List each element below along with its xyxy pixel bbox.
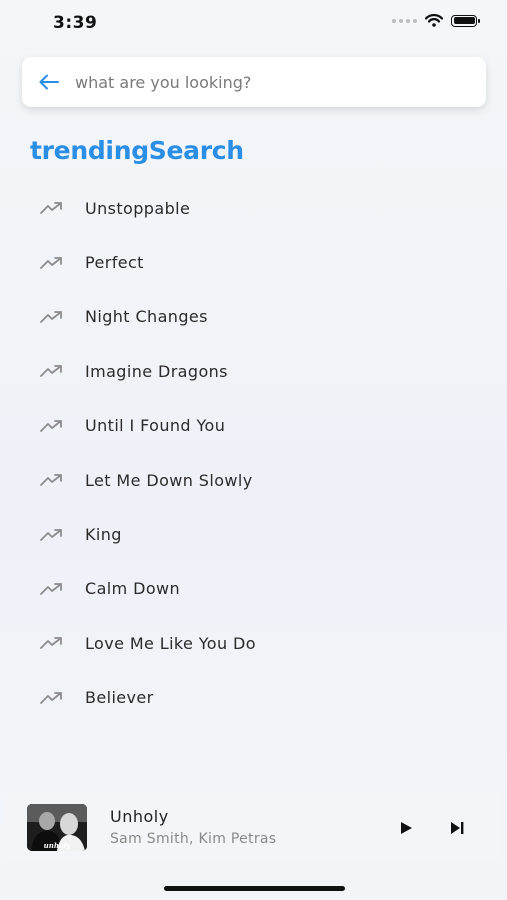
trending-item-label: Unstoppable (85, 198, 191, 218)
trending-item-label: Let Me Down Slowly (85, 470, 253, 490)
trending-list: Unstoppable Perfect Night Changes Imagin… (0, 181, 507, 725)
trending-item[interactable]: Calm Down (0, 562, 507, 616)
trending-up-icon (40, 691, 62, 704)
trending-up-icon (40, 202, 62, 215)
status-time: 3:39 (53, 13, 98, 33)
home-indicator (164, 886, 345, 891)
play-icon[interactable] (397, 819, 415, 837)
trending-up-icon (40, 419, 62, 432)
trending-up-icon (40, 528, 62, 541)
trending-item-label: Until I Found You (85, 416, 226, 436)
album-art-image: unholy (27, 804, 87, 851)
trending-up-icon (40, 256, 62, 269)
trending-item[interactable]: Perfect (0, 235, 507, 289)
wifi-icon (425, 14, 443, 27)
mini-player[interactable]: unholy Unholy Sam Smith, Kim Petras (5, 793, 502, 861)
trending-item[interactable]: Imagine Dragons (0, 344, 507, 398)
trending-item[interactable]: Let Me Down Slowly (0, 453, 507, 507)
trending-item-label: Believer (85, 688, 154, 708)
trending-item-label: Imagine Dragons (85, 361, 228, 381)
trending-item[interactable]: Love Me Like You Do (0, 616, 507, 670)
trending-item[interactable]: King (0, 507, 507, 561)
trending-item[interactable]: Night Changes (0, 290, 507, 344)
trending-up-icon (40, 583, 62, 595)
battery-icon (451, 14, 480, 27)
trending-item-label: Calm Down (85, 579, 181, 599)
track-title: Unholy (110, 807, 169, 826)
album-art[interactable]: unholy (27, 804, 87, 851)
trending-item-label: King (85, 525, 122, 545)
signal-dots-icon (392, 18, 417, 23)
trending-up-icon (40, 311, 62, 323)
status-bar: 3:39 (0, 0, 507, 46)
trending-item[interactable]: Until I Found You (0, 399, 507, 453)
search-input[interactable] (75, 72, 435, 92)
status-icons (392, 14, 480, 27)
search-bar[interactable] (22, 57, 486, 107)
trending-search-title: trendingSearch (30, 136, 244, 165)
trending-item-label: Night Changes (85, 307, 208, 327)
trending-item[interactable]: Unstoppable (0, 181, 507, 235)
back-arrow-icon[interactable] (39, 74, 59, 90)
trending-up-icon (40, 474, 62, 487)
skip-next-icon[interactable] (447, 819, 467, 837)
trending-item[interactable]: Believer (0, 671, 507, 725)
trending-up-icon (40, 637, 62, 650)
trending-item-label: Perfect (85, 253, 144, 273)
trending-up-icon (40, 365, 62, 378)
album-art-label: unholy (44, 841, 72, 850)
trending-item-label: Love Me Like You Do (85, 633, 256, 653)
track-artist: Sam Smith, Kim Petras (110, 831, 277, 847)
